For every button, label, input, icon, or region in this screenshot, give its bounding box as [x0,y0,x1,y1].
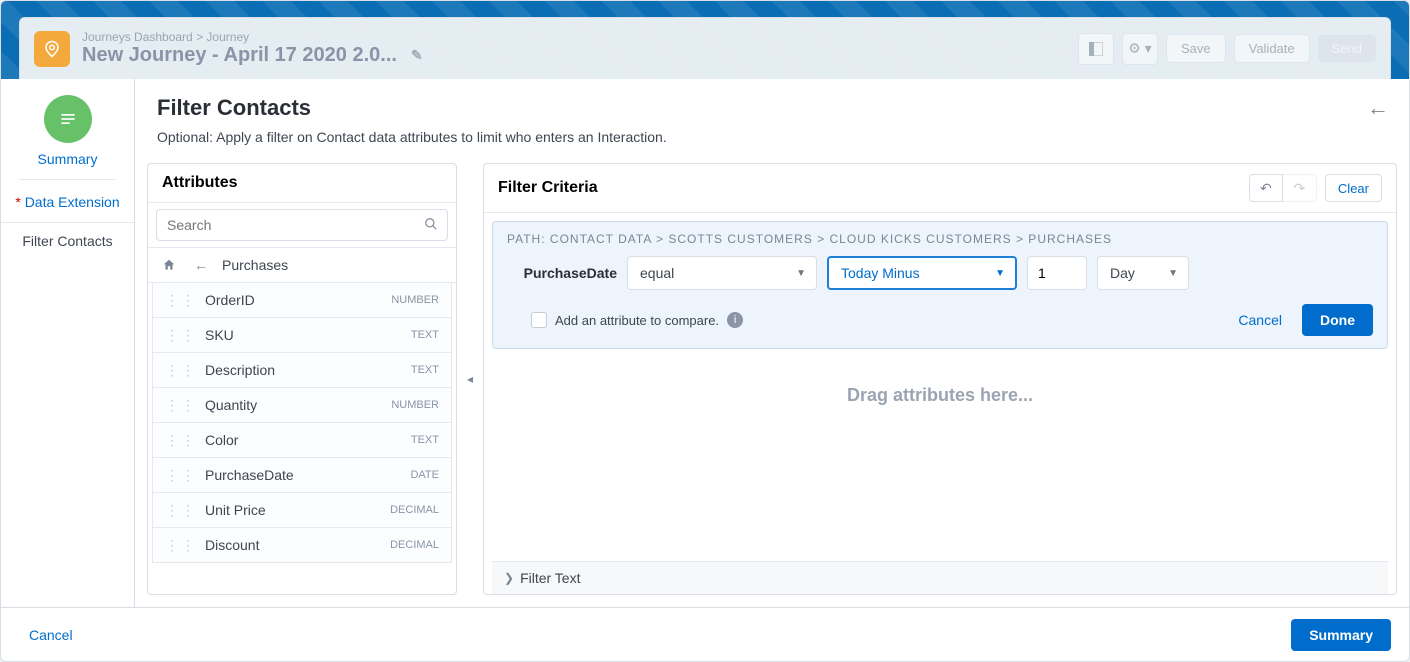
compare-label: Add an attribute to compare. [555,313,719,328]
attribute-dropzone[interactable]: Drag attributes here... [492,349,1388,561]
relative-date-select[interactable]: Today Minus▼ [827,256,1017,290]
attribute-search-input[interactable] [156,209,448,241]
attributes-panel: Attributes ← Purchases ⋮⋮Or [147,163,457,595]
wizard-footer: Cancel Summary [1,607,1409,661]
attributes-title: Attributes [148,164,456,203]
rule-path: PATH: CONTACT DATA > SCOTTS CUSTOMERS > … [507,232,1373,246]
attribute-item[interactable]: ⋮⋮ColorTEXT [152,422,452,458]
info-icon[interactable]: i [727,312,743,328]
nav-data-extension[interactable]: Data Extension [11,194,124,210]
rule-attribute: PurchaseDate [507,265,617,281]
drag-handle-icon[interactable]: ⋮⋮ [165,292,197,309]
filter-text-toggle[interactable]: ❯ Filter Text [492,561,1388,594]
criteria-panel: Filter Criteria ↶ ↷ Clear PATH: CONTACT … [483,163,1397,595]
filter-rule: PATH: CONTACT DATA > SCOTTS CUSTOMERS > … [492,221,1388,349]
back-arrow-icon[interactable]: ← [1367,95,1389,121]
attribute-item[interactable]: ⋮⋮Unit PriceDECIMAL [152,492,452,528]
attribute-item[interactable]: ⋮⋮SKUTEXT [152,317,452,353]
section-title: Filter Contacts [157,95,1387,121]
unit-select[interactable]: Day▼ [1097,256,1189,290]
drag-handle-icon[interactable]: ⋮⋮ [165,502,197,519]
rule-done-button[interactable]: Done [1302,304,1373,336]
compare-checkbox[interactable] [531,312,547,328]
summary-step-icon [44,95,92,143]
operator-select[interactable]: equal▼ [627,256,817,290]
step-nav: Summary Data Extension Filter Contacts [1,79,135,607]
footer-cancel-button[interactable]: Cancel [19,621,83,649]
attribute-item[interactable]: ⋮⋮DiscountDECIMAL [152,527,452,563]
journey-icon [34,31,70,67]
panel-toggle-icon[interactable] [1078,33,1114,65]
drag-handle-icon[interactable]: ⋮⋮ [165,327,197,344]
attribute-item[interactable]: ⋮⋮OrderIDNUMBER [152,283,452,318]
attribute-item[interactable]: ⋮⋮DescriptionTEXT [152,352,452,388]
attribute-breadcrumb: Purchases [222,257,288,273]
footer-summary-button[interactable]: Summary [1291,619,1391,651]
drag-handle-icon[interactable]: ⋮⋮ [165,467,197,484]
edit-icon[interactable]: ✎ [411,47,423,64]
save-button[interactable]: Save [1166,34,1226,63]
nav-filter-contacts[interactable]: Filter Contacts [1,222,134,259]
redo-icon[interactable]: ↷ [1283,174,1317,202]
attribute-item[interactable]: ⋮⋮QuantityNUMBER [152,387,452,423]
breadcrumb[interactable]: Journeys Dashboard > Journey [82,30,423,44]
criteria-title: Filter Criteria [498,179,598,197]
page-title: New Journey - April 17 2020 2.0... ✎ [82,44,423,67]
attribute-item[interactable]: ⋮⋮PurchaseDateDATE [152,457,452,493]
drag-handle-icon[interactable]: ⋮⋮ [165,397,197,414]
value-input[interactable] [1027,256,1087,290]
settings-gear-icon[interactable]: ⚙ ▾ [1122,33,1158,65]
undo-icon[interactable]: ↶ [1249,174,1283,202]
validate-button[interactable]: Validate [1234,34,1310,63]
panel-splitter[interactable]: ◂ [465,163,475,595]
drag-handle-icon[interactable]: ⋮⋮ [165,362,197,379]
section-subtitle: Optional: Apply a filter on Contact data… [157,129,1387,145]
drag-handle-icon[interactable]: ⋮⋮ [165,537,197,554]
rule-cancel-button[interactable]: Cancel [1228,306,1292,334]
send-button[interactable]: Send [1318,35,1376,62]
back-icon[interactable]: ← [190,254,212,276]
drag-handle-icon[interactable]: ⋮⋮ [165,432,197,449]
nav-summary[interactable]: Summary [11,151,124,167]
chevron-right-icon: ❯ [504,571,514,585]
home-icon[interactable] [158,254,180,276]
clear-button[interactable]: Clear [1325,174,1382,202]
search-icon[interactable] [424,217,438,236]
